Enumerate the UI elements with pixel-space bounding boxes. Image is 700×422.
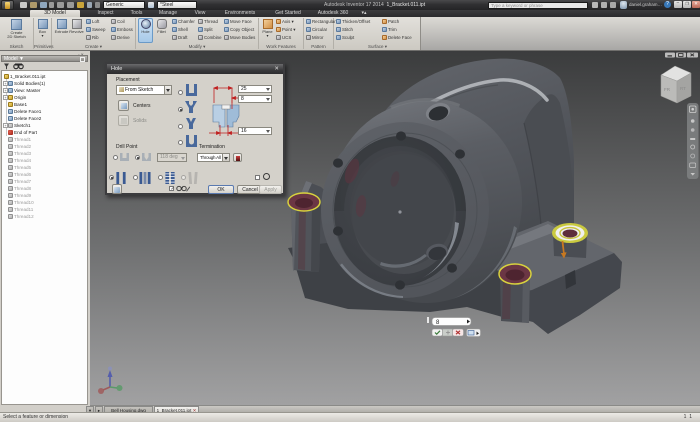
svg-text:FR: FR xyxy=(664,87,671,92)
svg-text:RT: RT xyxy=(680,86,686,91)
